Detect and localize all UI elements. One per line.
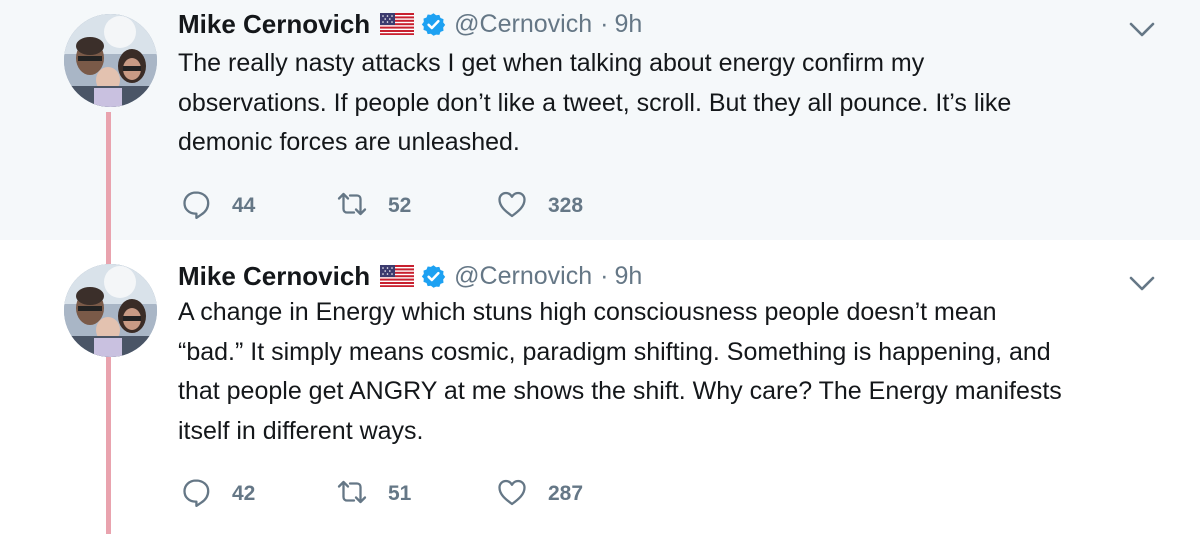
tweet-header: Mike Cernovich @Cernovich · 9h	[178, 256, 642, 296]
avatar[interactable]	[64, 14, 157, 107]
verified-badge-icon	[421, 264, 446, 289]
tweet-text: A change in Energy which stuns high cons…	[178, 298, 1062, 445]
reply-icon	[180, 188, 212, 225]
separator-dot: ·	[600, 261, 609, 290]
reply-count: 42	[232, 482, 256, 505]
thread-connector-line	[106, 356, 111, 534]
thread-connector-line	[106, 112, 111, 240]
heart-icon	[496, 188, 528, 225]
retweet-icon	[336, 188, 368, 225]
reply-button[interactable]: 44	[180, 186, 255, 226]
tweet[interactable]: Mike Cernovich	[0, 240, 1200, 534]
like-button[interactable]: 328	[496, 186, 583, 226]
retweet-count: 51	[388, 482, 412, 505]
author-handle[interactable]: @Cernovich	[454, 10, 592, 39]
tweet[interactable]: Mike Cernovich	[0, 0, 1200, 240]
reply-count: 44	[232, 194, 256, 217]
chevron-down-icon[interactable]	[1128, 274, 1156, 294]
tweet-text: The really nasty attacks I get when talk…	[178, 49, 1012, 157]
reply-button[interactable]: 42	[180, 474, 255, 514]
us-flag-icon	[380, 265, 415, 287]
chevron-down-icon[interactable]	[1128, 20, 1156, 40]
thread-connector-line	[106, 240, 111, 264]
retweet-icon	[336, 476, 368, 513]
us-flag-icon	[380, 13, 415, 35]
retweet-button[interactable]: 51	[336, 474, 411, 514]
like-button[interactable]: 287	[496, 474, 583, 514]
avatar[interactable]	[64, 264, 157, 357]
author-name[interactable]: Mike Cernovich	[178, 9, 370, 40]
timestamp[interactable]: 9h	[614, 262, 642, 291]
author-handle[interactable]: @Cernovich	[454, 262, 592, 291]
like-count: 328	[548, 194, 584, 217]
retweet-count: 52	[388, 194, 412, 217]
verified-badge-icon	[421, 12, 446, 37]
retweet-button[interactable]: 52	[336, 186, 411, 226]
author-name[interactable]: Mike Cernovich	[178, 261, 370, 292]
timestamp[interactable]: 9h	[614, 10, 642, 39]
tweet-header: Mike Cernovich @Cernovich · 9h	[178, 4, 642, 44]
like-count: 287	[548, 482, 584, 505]
reply-icon	[180, 476, 212, 513]
separator-dot: ·	[600, 9, 609, 38]
heart-icon	[496, 476, 528, 513]
